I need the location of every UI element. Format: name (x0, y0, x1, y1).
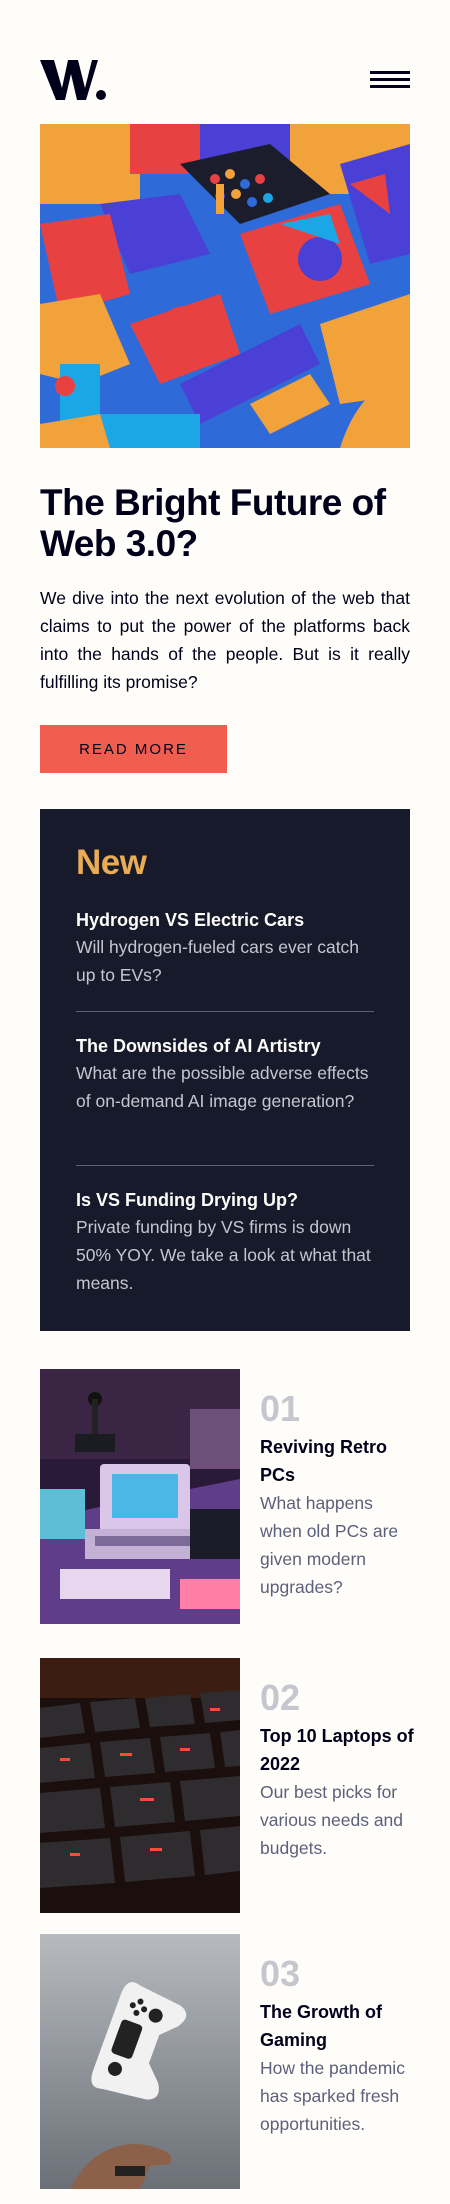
article-description: What happens when old PCs are given mode… (260, 1493, 399, 1597)
game-controller-image (40, 1934, 240, 2189)
new-item-title[interactable]: Is VS Funding Drying Up? (76, 1187, 374, 1213)
article-title[interactable]: Top 10 Laptops of 2022 (260, 1722, 415, 1778)
retro-pc-image (40, 1369, 240, 1624)
brand-logo[interactable] (40, 58, 106, 102)
article-text: 01 Reviving Retro PCs What happens when … (260, 1389, 415, 1601)
article-description: How the pandemic has sparked fresh oppor… (260, 2058, 405, 2134)
hamburger-menu-icon[interactable] (370, 71, 410, 89)
hero-title: The Bright Future of Web 3.0? (40, 482, 386, 564)
article-number: 03 (260, 1953, 301, 1994)
new-item-title[interactable]: The Downsides of AI Artistry (76, 1033, 374, 1059)
article-title[interactable]: Reviving Retro PCs (260, 1433, 415, 1489)
new-item-text: Private funding by VS firms is down 50% … (76, 1217, 371, 1293)
new-panel-title: New (76, 843, 147, 882)
new-item-title[interactable]: Hydrogen VS Electric Cars (76, 907, 374, 933)
new-item[interactable]: Hydrogen VS Electric Cars Will hydrogen-… (76, 907, 374, 989)
article-card[interactable]: 01 Reviving Retro PCs What happens when … (40, 1369, 410, 1624)
new-item[interactable]: Is VS Funding Drying Up? Private funding… (76, 1187, 374, 1297)
laptop-keyboard-image (40, 1658, 240, 1913)
hero-image (40, 124, 410, 448)
hero-description: We dive into the next evolution of the w… (40, 588, 410, 692)
new-articles-panel: New Hydrogen VS Electric Cars Will hydro… (40, 809, 410, 1331)
divider (76, 1165, 374, 1166)
article-text: 02 Top 10 Laptops of 2022 Our best picks… (260, 1678, 415, 1862)
read-more-button[interactable]: READ MORE (40, 725, 227, 773)
article-card[interactable]: 02 Top 10 Laptops of 2022 Our best picks… (40, 1658, 414, 1913)
header (40, 58, 410, 102)
article-title[interactable]: The Growth of Gaming (260, 1998, 415, 2054)
article-number: 02 (260, 1677, 301, 1718)
article-text: 03 The Growth of Gaming How the pandemic… (260, 1954, 415, 2138)
new-item-text: Will hydrogen-fueled cars ever catch up … (76, 937, 360, 985)
new-item[interactable]: The Downsides of AI Artistry What are th… (76, 1033, 374, 1115)
article-number: 01 (260, 1388, 301, 1429)
page: The Bright Future of Web 3.0? We dive in… (0, 0, 450, 2204)
new-item-text: What are the possible adverse effects of… (76, 1063, 369, 1111)
divider (76, 1011, 374, 1012)
article-description: Our best picks for various needs and bud… (260, 1782, 404, 1858)
article-card[interactable]: 03 The Growth of Gaming How the pandemic… (40, 1934, 410, 2189)
